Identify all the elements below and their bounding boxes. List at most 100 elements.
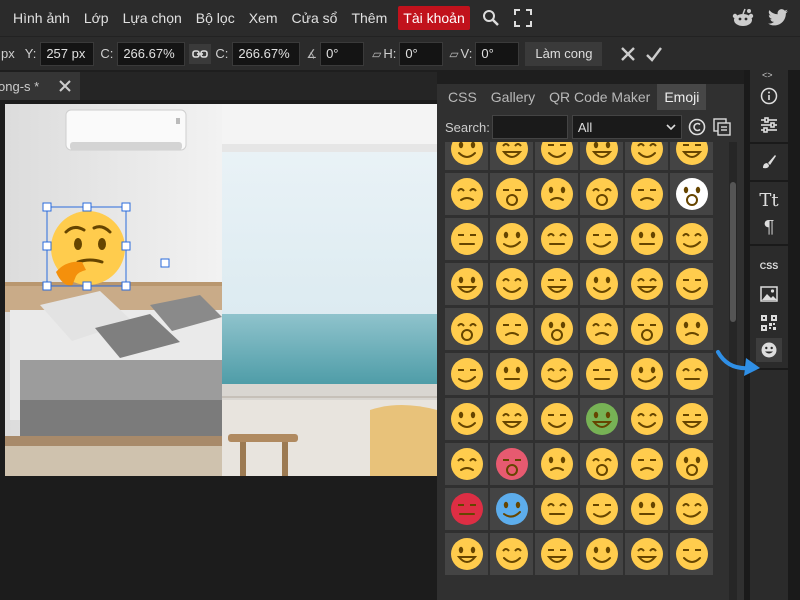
emoji-cell[interactable] [670, 173, 713, 215]
menu-image[interactable]: Hình ảnh [6, 6, 77, 30]
menu-view[interactable]: Xem [242, 6, 285, 30]
emoji-cell[interactable] [580, 218, 623, 260]
menu-select[interactable]: Lựa chọn [116, 6, 189, 30]
emoji-cell[interactable] [490, 308, 533, 350]
emoji-cell[interactable] [670, 443, 713, 485]
emoji-cell[interactable] [445, 173, 488, 215]
emoji-cell[interactable] [625, 263, 668, 305]
emoji-cell[interactable] [445, 353, 488, 395]
skew-v-input[interactable] [475, 41, 520, 66]
emoji-cell[interactable] [670, 218, 713, 260]
emoji-cell[interactable] [580, 142, 623, 170]
tab-emoji[interactable]: Emoji [657, 84, 707, 110]
emoji-cell[interactable] [670, 533, 713, 575]
emoji-cell[interactable] [535, 218, 578, 260]
emoji-cell[interactable] [580, 443, 623, 485]
text-icon[interactable]: Tt [756, 188, 782, 212]
emoji-cell[interactable] [580, 398, 623, 440]
emoji-search-input[interactable] [491, 115, 568, 139]
emoji-cell[interactable] [535, 173, 578, 215]
emoji-cell[interactable] [580, 353, 623, 395]
menu-filter[interactable]: Bộ lọc [189, 6, 242, 30]
emoji-cell[interactable] [625, 173, 668, 215]
emoji-cell[interactable] [670, 263, 713, 305]
tab-gallery[interactable]: Gallery [484, 84, 542, 110]
sidebar-toggle[interactable]: <> [762, 70, 773, 80]
emoji-cell[interactable] [490, 488, 533, 530]
tab-close-icon[interactable] [58, 79, 72, 93]
emoji-cell[interactable] [625, 218, 668, 260]
emoji-cell[interactable] [535, 353, 578, 395]
emoji-cell[interactable] [445, 308, 488, 350]
search-icon[interactable] [480, 7, 502, 29]
emoji-cell[interactable] [670, 353, 713, 395]
emoji-cell[interactable] [625, 533, 668, 575]
qr-icon[interactable] [756, 311, 782, 335]
reddit-icon[interactable] [731, 7, 755, 29]
emoji-cell[interactable] [445, 488, 488, 530]
y-input[interactable] [40, 41, 95, 66]
menu-account[interactable]: Tài khoản [398, 6, 470, 30]
skew-h-input[interactable] [399, 41, 444, 66]
emoji-cell[interactable] [490, 398, 533, 440]
emoji-cell[interactable] [670, 308, 713, 350]
emoji-cell[interactable] [535, 398, 578, 440]
check-icon[interactable] [644, 44, 664, 64]
canvas-area[interactable] [0, 100, 437, 600]
menu-more[interactable]: Thêm [344, 6, 394, 30]
emoji-cell[interactable] [490, 218, 533, 260]
emoji-cell[interactable] [445, 443, 488, 485]
emoji-cell[interactable] [670, 488, 713, 530]
brush-icon[interactable] [756, 150, 782, 174]
emoji-cell[interactable] [580, 263, 623, 305]
scale-y-input[interactable] [232, 41, 301, 66]
emoji-cell[interactable] [535, 142, 578, 170]
emoji-cell[interactable] [535, 263, 578, 305]
link-icon[interactable] [189, 43, 212, 64]
round-button[interactable]: Làm cong [525, 41, 603, 66]
emoji-cell[interactable] [490, 443, 533, 485]
fullscreen-icon[interactable] [512, 7, 534, 29]
emoji-cell[interactable] [490, 142, 533, 170]
scrollbar-thumb[interactable] [730, 182, 736, 322]
emoji-cell[interactable] [625, 308, 668, 350]
emoji-cell[interactable] [445, 218, 488, 260]
emoji-cell[interactable] [445, 533, 488, 575]
category-select[interactable]: All [571, 115, 682, 139]
emoji-cell[interactable] [670, 142, 713, 170]
menu-layer[interactable]: Lớp [77, 6, 116, 30]
emoji-cell[interactable] [490, 353, 533, 395]
emoji-cell[interactable] [490, 533, 533, 575]
emoji-cell[interactable] [445, 398, 488, 440]
tab-qr-code-maker[interactable]: QR Code Maker [542, 84, 657, 110]
paragraph-icon[interactable]: ¶ [756, 215, 782, 239]
tab-css[interactable]: CSS [441, 84, 484, 110]
emoji-cell[interactable] [535, 308, 578, 350]
menu-window[interactable]: Cửa sổ [285, 6, 345, 30]
image-icon[interactable] [756, 282, 782, 306]
twitter-icon[interactable] [766, 7, 790, 29]
emoji-cell[interactable] [580, 173, 623, 215]
scale-x-input[interactable] [117, 41, 186, 66]
copy-icon[interactable] [712, 118, 732, 136]
emoji-cell[interactable] [580, 488, 623, 530]
emoji-cell[interactable] [445, 263, 488, 305]
copyright-icon[interactable] [688, 118, 706, 136]
emoji-cell[interactable] [625, 443, 668, 485]
emoji-cell[interactable] [625, 353, 668, 395]
emoji-cell[interactable] [535, 488, 578, 530]
emoji-cell[interactable] [625, 488, 668, 530]
emoji-cell[interactable] [490, 263, 533, 305]
emoji-cell[interactable] [580, 533, 623, 575]
info-icon[interactable] [756, 84, 782, 108]
close-icon[interactable] [618, 44, 638, 64]
emoji-cell[interactable] [670, 398, 713, 440]
emoji-cell[interactable] [535, 533, 578, 575]
emoji-cell[interactable] [490, 173, 533, 215]
emoji-cell[interactable] [445, 142, 488, 170]
emoji-cell[interactable] [625, 398, 668, 440]
emoji-cell[interactable] [625, 142, 668, 170]
emoji-cell[interactable] [580, 308, 623, 350]
css-icon[interactable]: CSS [756, 254, 782, 278]
adjustments-icon[interactable] [756, 113, 782, 137]
